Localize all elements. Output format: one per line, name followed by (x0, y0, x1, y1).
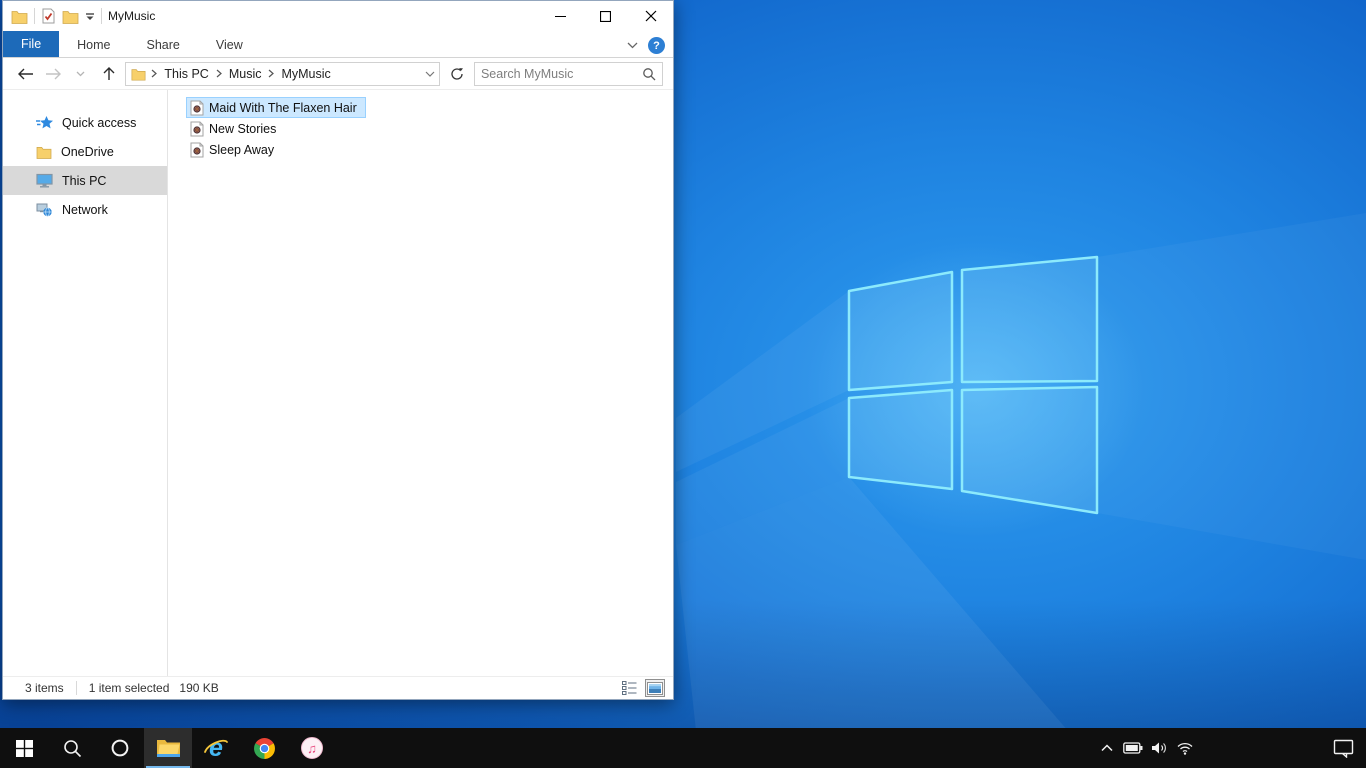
sidebar-item-network[interactable]: Network (3, 195, 167, 224)
audio-file-icon (190, 142, 204, 158)
battery-icon (1123, 742, 1143, 754)
sidebar-item-label: This PC (62, 173, 107, 188)
customize-toolbar-chevron-icon[interactable] (85, 12, 95, 21)
large-icons-view-button[interactable] (645, 679, 665, 697)
taskbar-file-explorer-button[interactable] (144, 728, 192, 768)
up-button[interactable] (98, 63, 120, 85)
search-icon[interactable] (642, 67, 656, 81)
onedrive-folder-icon (36, 145, 52, 159)
cortana-button[interactable] (96, 728, 144, 768)
wifi-icon (1176, 741, 1194, 755)
tab-home[interactable]: Home (59, 33, 128, 57)
speaker-icon (1151, 741, 1168, 755)
folder-icon (11, 9, 28, 24)
navigation-pane: Quick access OneDrive This PC Network (3, 90, 168, 676)
sidebar-item-label: Network (62, 202, 108, 217)
file-list: Maid With The Flaxen Hair New Stories Sl… (168, 90, 673, 676)
properties-icon[interactable] (41, 8, 56, 24)
file-item-maid-with-the-flaxen-hair[interactable]: Maid With The Flaxen Hair (186, 97, 366, 118)
status-separator (75, 681, 77, 695)
selection-count: 1 item selected (88, 681, 170, 695)
taskbar: e ♫ (0, 728, 1366, 768)
audio-file-icon (190, 121, 204, 137)
tab-share[interactable]: Share (129, 33, 198, 57)
folder-icon (131, 67, 146, 81)
title-bar: MyMusic (3, 1, 673, 31)
help-button[interactable]: ? (648, 37, 665, 54)
toolbar-separator (101, 8, 102, 24)
address-dropdown-chevron-icon[interactable] (425, 71, 435, 77)
taskbar-search-button[interactable] (48, 728, 96, 768)
window-title: MyMusic (108, 9, 156, 23)
sidebar-item-onedrive[interactable]: OneDrive (3, 137, 167, 166)
internet-explorer-button[interactable]: e (192, 728, 240, 768)
tab-view[interactable]: View (198, 33, 261, 57)
windows-start-icon (15, 739, 33, 757)
internet-explorer-icon: e (203, 735, 229, 761)
close-button[interactable] (628, 1, 673, 31)
items-count: 3 items (25, 681, 64, 695)
status-bar: 3 items 1 item selected 190 KB (3, 676, 673, 699)
action-center-button[interactable] (1320, 728, 1366, 768)
new-folder-icon[interactable] (62, 9, 79, 24)
search-icon (63, 739, 82, 758)
recent-locations-chevron-icon[interactable] (70, 63, 92, 85)
breadcrumb-this-pc[interactable]: This PC (159, 67, 213, 81)
network-icon (36, 202, 53, 217)
breadcrumb-music[interactable]: Music (224, 67, 267, 81)
forward-button[interactable] (43, 63, 65, 85)
sidebar-item-label: Quick access (62, 115, 137, 130)
chrome-icon (253, 737, 276, 760)
file-item-sleep-away[interactable]: Sleep Away (186, 139, 283, 160)
caption-buttons (538, 1, 673, 31)
breadcrumb-mymusic[interactable]: MyMusic (276, 67, 335, 81)
file-explorer-icon (156, 738, 181, 759)
sidebar-item-quick-access[interactable]: Quick access (3, 108, 167, 137)
back-button[interactable] (15, 63, 37, 85)
hidden-icons-chevron-button[interactable] (1094, 728, 1120, 768)
file-item-new-stories[interactable]: New Stories (186, 118, 285, 139)
itunes-button[interactable]: ♫ (288, 728, 336, 768)
collapse-ribbon-chevron-icon[interactable] (627, 42, 638, 49)
file-explorer-window: MyMusic File Home Share View ? This PC M… (2, 0, 674, 700)
address-bar: This PC Music MyMusic (3, 58, 673, 90)
address-input[interactable]: This PC Music MyMusic (125, 61, 441, 86)
volume-button[interactable] (1146, 728, 1172, 768)
tab-file[interactable]: File (3, 31, 60, 57)
window-body: Quick access OneDrive This PC Network Ma… (3, 90, 673, 676)
quick-access-star-icon (36, 115, 53, 130)
start-button[interactable] (0, 728, 48, 768)
search-box (473, 61, 663, 86)
network-wifi-button[interactable] (1172, 728, 1198, 768)
search-input[interactable] (480, 66, 642, 81)
monitor-icon (36, 173, 53, 188)
details-view-button[interactable] (619, 679, 639, 697)
sidebar-item-this-pc[interactable]: This PC (3, 166, 167, 195)
chevron-right-icon[interactable] (268, 69, 275, 78)
system-tray (1094, 728, 1366, 768)
notification-bubble-icon (1333, 738, 1354, 758)
itunes-icon: ♫ (301, 737, 323, 759)
minimize-button[interactable] (538, 1, 583, 31)
chevron-right-icon[interactable] (151, 69, 158, 78)
maximize-button[interactable] (583, 1, 628, 31)
battery-status-button[interactable] (1120, 728, 1146, 768)
audio-file-icon (190, 100, 204, 116)
toolbar-separator (34, 8, 35, 24)
cortana-circle-icon (111, 739, 129, 757)
quick-access-toolbar (11, 8, 102, 24)
chrome-button[interactable] (240, 728, 288, 768)
ribbon-tabs: File Home Share View ? (3, 31, 673, 58)
sidebar-item-label: OneDrive (61, 144, 114, 159)
chevron-up-icon (1101, 744, 1113, 752)
refresh-button[interactable] (446, 63, 468, 85)
chevron-right-icon[interactable] (216, 69, 222, 78)
selection-size: 190 KB (179, 681, 219, 695)
